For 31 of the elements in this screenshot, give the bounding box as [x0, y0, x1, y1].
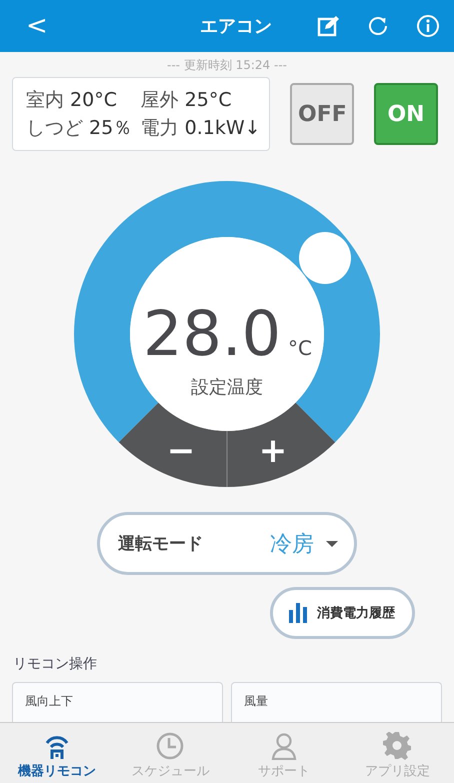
- mode-selector[interactable]: 運転モード 冷房: [97, 512, 357, 575]
- settings-icon: [383, 732, 412, 760]
- mode-value: 冷房: [270, 530, 314, 558]
- update-time: --- 更新時刻 15:24 ---: [166, 57, 288, 74]
- edit-icon[interactable]: [316, 14, 340, 38]
- power-button[interactable]: OFF: [290, 83, 354, 145]
- dropdown-caret-icon: [326, 540, 338, 546]
- decrease-button[interactable]: −: [118, 402, 227, 487]
- status-reading: 電力 0.1kW↓: [140, 116, 262, 141]
- control-card: 風向上下: [12, 682, 223, 722]
- temperature-unit: °C: [288, 336, 312, 360]
- bar-chart-icon: [289, 603, 307, 623]
- clock-icon: [156, 732, 184, 760]
- refresh-icon[interactable]: [366, 14, 390, 38]
- control-card: 風量: [231, 682, 442, 722]
- set-temperature: 28.0: [142, 297, 282, 370]
- tab-item[interactable]: 機器リモコン: [0, 723, 114, 783]
- status-reading: 室内 20°C: [26, 88, 118, 113]
- status-reading: 屋外 25°C: [140, 88, 233, 113]
- person-icon: [270, 732, 298, 760]
- status-reading: しつど 25％: [26, 116, 134, 141]
- screen-title: エアコン: [199, 15, 272, 38]
- dial-knob[interactable]: [299, 232, 351, 284]
- section-title: リモコン操作: [13, 655, 98, 673]
- back-button[interactable]: <: [20, 11, 54, 41]
- info-icon[interactable]: [416, 14, 440, 38]
- set-temperature-label: 設定温度: [191, 377, 263, 398]
- increase-button[interactable]: +: [227, 402, 336, 487]
- power-history-button[interactable]: 消費電力履歴: [270, 587, 415, 639]
- mode-label: 運転モード: [118, 533, 204, 555]
- power-button[interactable]: ON: [374, 83, 438, 145]
